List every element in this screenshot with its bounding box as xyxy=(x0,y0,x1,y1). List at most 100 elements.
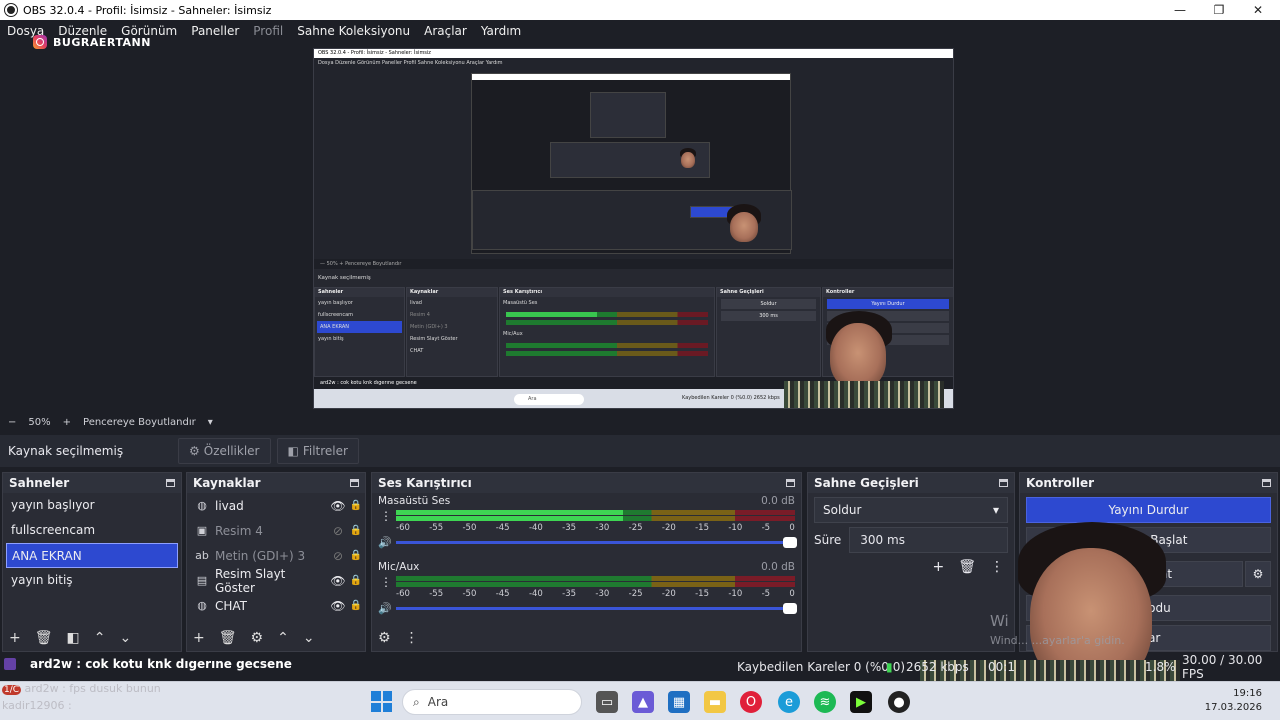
chat-overlay-extra: 1/C ard2w : fps dusuk bunun kadir12906 : xyxy=(2,682,161,712)
lock-icon[interactable]: 🔒 xyxy=(347,550,365,561)
lock-icon[interactable]: 🔒 xyxy=(347,600,365,611)
meter-ticks: -60 -55 -50 -45 -40 -35 -30 -25 -20 -15 -10 -5 0 xyxy=(396,589,795,601)
kebab-menu-icon[interactable]: ⋮ xyxy=(990,559,1004,575)
scene-item-active[interactable]: ANA EKRAN xyxy=(6,543,178,568)
sources-dock: Kaynaklar ◍ livad 👁 🔒 ▣ Resim 4 ⊘ 🔒 ab M… xyxy=(186,472,366,652)
trash-icon[interactable]: 🗑 xyxy=(35,630,53,646)
move-down-icon[interactable]: ⌄ xyxy=(119,630,131,646)
preview-nested-capture xyxy=(471,73,792,254)
eye-hidden-icon[interactable]: ⊘ xyxy=(329,524,347,538)
chevron-down-icon[interactable]: ▾ xyxy=(208,417,213,428)
volume-meter xyxy=(396,575,795,587)
gear-icon: ⚙ xyxy=(189,444,200,458)
teams-icon[interactable]: ▲ xyxy=(632,691,654,713)
meter-tick-label: -15 xyxy=(695,589,709,599)
obs-taskbar-icon[interactable]: ● xyxy=(888,691,910,713)
transition-select[interactable]: Soldur ▾ xyxy=(814,497,1008,523)
move-up-icon[interactable]: ⌃ xyxy=(277,630,289,646)
gear-icon[interactable]: ⚙ xyxy=(251,630,264,646)
scene-item[interactable]: yayın bitiş xyxy=(3,568,181,593)
scene-item[interactable]: yayın başlıyor xyxy=(3,493,181,518)
activation-watermark-sub: Wind... ...ayarlar'a gidin. xyxy=(990,634,1125,647)
move-down-icon[interactable]: ⌄ xyxy=(303,630,315,646)
stop-streaming-button[interactable]: Yayını Durdur xyxy=(1026,497,1271,523)
program-preview[interactable]: OBS 32.0.4 - Profil: İsimsiz - Sahneler:… xyxy=(313,48,954,409)
mixer-title: Ses Karıştırıcı xyxy=(378,476,472,490)
source-item[interactable]: ◍ livad 👁 🔒 xyxy=(187,493,365,518)
volume-slider[interactable] xyxy=(396,536,797,548)
fit-to-window-dropdown[interactable]: Pencereye Boyutlandır xyxy=(83,417,196,428)
meter-tick-label: -15 xyxy=(695,523,709,533)
menu-scene-collection[interactable]: Sahne Koleksiyonu xyxy=(297,24,410,38)
meter-tick-label: -35 xyxy=(562,523,577,533)
source-item[interactable]: ab Metin (GDI+) 3 ⊘ 🔒 xyxy=(187,543,365,568)
cpu-usage: 1.8% xyxy=(1145,660,1176,674)
filters-button[interactable]: ◧ Filtreler xyxy=(276,438,359,464)
source-item[interactable]: ▣ Resim 4 ⊘ 🔒 xyxy=(187,518,365,543)
folder-icon[interactable]: ▬ xyxy=(704,691,726,713)
add-transition-icon[interactable]: + xyxy=(932,559,944,575)
source-item[interactable]: ▤ Resim Slayt Göster 👁 🔒 xyxy=(187,567,365,595)
lock-icon[interactable]: 🔒 xyxy=(347,575,365,586)
mixer-channel: Mic/Aux 0.0 dB ⋮ -60 -55 -50 -45 -40 -35 -30 -25… xyxy=(378,561,797,615)
filter-icon[interactable]: ◧ xyxy=(67,630,80,646)
preview-mini-title: OBS 32.0.4 - Profil: İsimsiz - Sahneler:… xyxy=(314,49,953,58)
channel-name: Masaüstü Ses xyxy=(378,495,451,507)
kebab-menu-icon[interactable]: ⋮ xyxy=(405,630,419,646)
task-view-icon[interactable]: ▭ xyxy=(596,691,618,713)
lock-icon[interactable]: 🔒 xyxy=(347,500,365,511)
mixer-channel: Masaüstü Ses 0.0 dB ⋮ -60 -55 -50 -45 -40 -35-… xyxy=(378,495,797,549)
properties-button[interactable]: ⚙ Özellikler xyxy=(178,438,271,464)
opera-icon[interactable]: O xyxy=(740,691,762,713)
window-titlebar: OBS 32.0.4 - Profil: İsimsiz - Sahneler:… xyxy=(0,0,1280,20)
speaker-icon[interactable]: 🔊 xyxy=(378,536,396,549)
preview-mini-menu: Dosya Düzenle Görünüm Paneller Profil Sa… xyxy=(318,60,503,66)
green-app-icon[interactable]: ▶ xyxy=(850,691,872,713)
eye-icon[interactable]: 👁 xyxy=(329,574,347,588)
add-scene-icon[interactable]: + xyxy=(9,630,21,646)
windows-start-icon[interactable] xyxy=(371,691,392,712)
undock-icon[interactable] xyxy=(350,479,359,487)
streamer-name: BUGRAERTANN xyxy=(53,35,151,49)
source-item[interactable]: ◍ CHAT 👁 🔒 xyxy=(187,593,365,618)
eye-icon[interactable]: 👁 xyxy=(329,499,347,513)
meter-tick-label: -45 xyxy=(495,589,510,599)
eye-icon[interactable]: 👁 xyxy=(329,599,347,613)
signal-bars-icon: ▮ xyxy=(886,660,893,674)
store-icon[interactable]: ▦ xyxy=(668,691,690,713)
trash-icon[interactable]: 🗑 xyxy=(219,630,237,646)
spotify-icon[interactable]: ≋ xyxy=(814,691,836,713)
gear-icon[interactable]: ⚙ xyxy=(1245,561,1271,587)
zoom-in-button[interactable]: + xyxy=(63,417,71,428)
duration-field[interactable]: 300 ms xyxy=(849,527,1008,553)
chat-overlay-line: ard2w : cok kotu knk dıgerıne gecsene xyxy=(0,655,700,673)
undock-icon[interactable] xyxy=(166,479,175,487)
duration-label: Süre xyxy=(814,533,842,547)
undock-icon[interactable] xyxy=(1262,479,1271,487)
volume-slider[interactable] xyxy=(396,602,797,614)
minimize-button[interactable]: — xyxy=(1160,0,1200,20)
menu-docks[interactable]: Paneller xyxy=(191,24,239,38)
eye-hidden-icon[interactable]: ⊘ xyxy=(329,549,347,563)
edge-icon[interactable]: e xyxy=(778,691,800,713)
menu-help[interactable]: Yardım xyxy=(481,24,521,38)
source-toolbar: Kaynak seçilmemiş ⚙ Özellikler ◧ Filtrel… xyxy=(0,435,1280,467)
system-clock[interactable]: 19:16 17.03.2026 xyxy=(1205,687,1262,715)
menu-profile[interactable]: Profil xyxy=(253,24,283,38)
add-source-icon[interactable]: + xyxy=(193,630,205,646)
undock-icon[interactable] xyxy=(999,479,1008,487)
maximize-button[interactable]: ❐ xyxy=(1199,0,1239,20)
scene-item[interactable]: fullscreencam xyxy=(3,518,181,543)
lock-icon[interactable]: 🔒 xyxy=(347,525,365,536)
meter-tick-label: -30 xyxy=(595,523,610,533)
advanced-audio-icon[interactable]: ⚙ xyxy=(378,630,391,646)
taskbar-search[interactable]: ⌕ Ara xyxy=(402,689,582,715)
move-up-icon[interactable]: ⌃ xyxy=(94,630,106,646)
trash-icon[interactable]: 🗑 xyxy=(958,559,976,575)
speaker-icon[interactable]: 🔊 xyxy=(378,602,396,615)
zoom-out-button[interactable]: − xyxy=(8,417,16,428)
undock-icon[interactable] xyxy=(786,479,795,487)
menu-tools[interactable]: Araçlar xyxy=(424,24,467,38)
close-button[interactable]: ✕ xyxy=(1238,0,1278,20)
meter-tick-label: -5 xyxy=(761,589,771,599)
